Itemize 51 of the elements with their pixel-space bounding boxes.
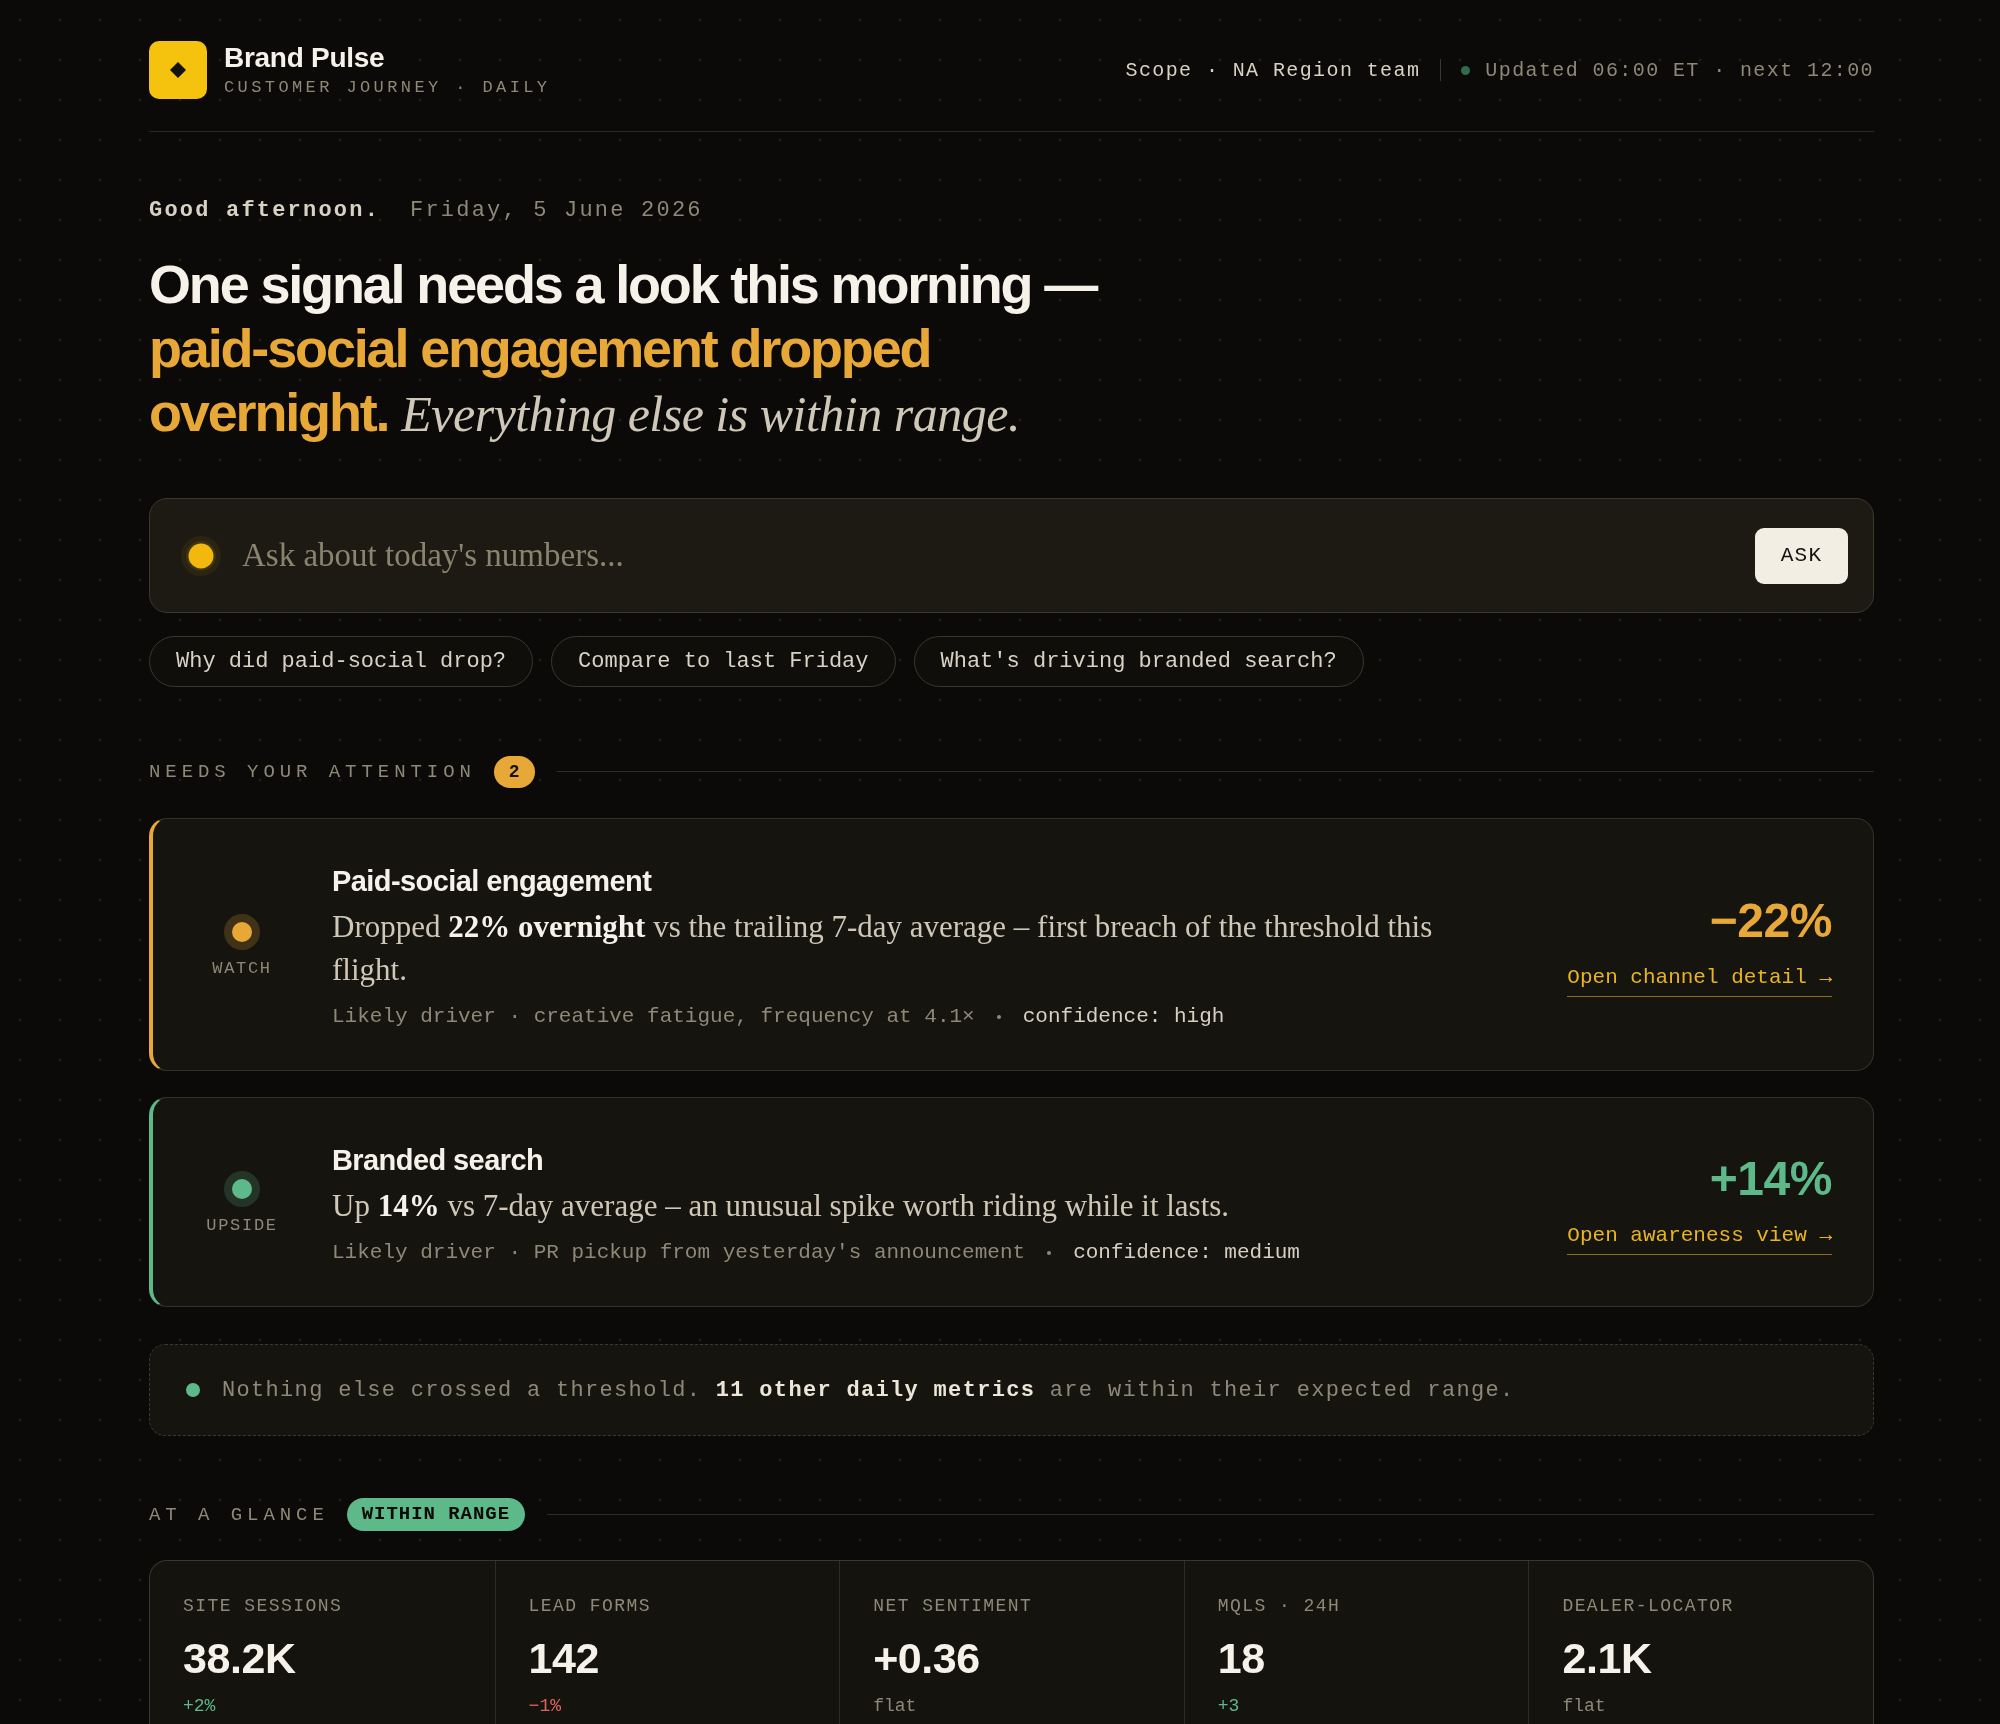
change-value: −22% — [1709, 894, 1832, 948]
status-label: WATCH — [212, 958, 272, 978]
dot-icon — [181, 535, 221, 576]
detail-link[interactable]: Open awareness view → — [1567, 1223, 1832, 1255]
ask-input[interactable]: Ask about today's numbers... — [242, 537, 1755, 574]
greeting-text: Good afternoon. — [149, 197, 381, 225]
status-dot-icon — [1461, 65, 1471, 75]
confidence-text: confidence: high — [1022, 1005, 1225, 1028]
note-text: Nothing else crossed a threshold. 11 other daily metrics are within their expected range. — [222, 1377, 1515, 1403]
section-title: AT A GLANCE — [149, 1503, 329, 1526]
metric-delta: flat — [1562, 1695, 1607, 1717]
suggestion-chip[interactable]: Why did paid-social drop? — [149, 636, 534, 687]
metric-delta: +2% — [183, 1695, 217, 1717]
count-badge: 2 — [493, 755, 535, 788]
update-time-text: Updated 06:00 ET · next 12:00 — [1485, 58, 1874, 82]
metric-value: 38.2K — [183, 1633, 297, 1683]
card-title: Branded search — [332, 1143, 545, 1178]
brand-name: Brand Pulse — [224, 41, 386, 74]
range-badge: WITHIN RANGE — [346, 1498, 525, 1531]
metric-delta: −1% — [528, 1695, 562, 1717]
metric-label: LEAD FORMS — [528, 1595, 652, 1617]
detail-link[interactable]: Open channel detail → — [1567, 966, 1832, 997]
ask-field[interactable]: Ask about today's numbers... ASK — [149, 498, 1874, 613]
driver-text: Likely driver · PR pickup from yesterday's announcement — [332, 1241, 1026, 1264]
metric-label: NET SENTIMENT — [873, 1595, 1034, 1617]
date-text: Friday, 5 June 2026 — [410, 197, 703, 225]
card-body: Up 14% vs 7-day average – an unusual spike worth riding while it lasts. — [332, 1187, 1231, 1225]
card-title: Paid-social engagement — [332, 864, 653, 899]
metric-label: DEALER-LOCATOR — [1562, 1595, 1735, 1617]
metric-delta: +3 — [1217, 1695, 1241, 1717]
brand-subtitle: CUSTOMER JOURNEY · DAILY — [224, 76, 551, 99]
metric-value: 18 — [1217, 1633, 1266, 1683]
metric-value: +0.36 — [873, 1633, 981, 1683]
ask-button[interactable]: ASK — [1755, 527, 1848, 584]
driver-text: Likely driver · creative fatigue, frequency at 4.1× — [332, 1005, 975, 1028]
card-body: Dropped 22% overnight vs the trailing 7-day average – first breach of the threshold this flight. — [332, 908, 1434, 989]
metric-value: 142 — [528, 1633, 601, 1683]
metric-label: MQLS · 24H — [1217, 1595, 1342, 1617]
metric-delta: flat — [873, 1695, 918, 1717]
scope-text: Scope · NA Region team — [1125, 58, 1421, 82]
metric-value: 2.1K — [1562, 1633, 1653, 1683]
change-value: +14% — [1709, 1151, 1832, 1206]
suggestion-chip[interactable]: What's driving branded search? — [913, 636, 1364, 687]
status-label: UPSIDE — [206, 1216, 278, 1235]
section-title: NEEDS YOUR ATTENTION — [149, 760, 476, 783]
headline: One signal needs a look this morning — paid-social engagement dropped overnight. Everything else is within range. — [149, 253, 1098, 444]
confidence-text: confidence: medium — [1073, 1241, 1300, 1264]
suggestion-chip[interactable]: Compare to last Friday — [551, 636, 896, 687]
metric-label: SITE SESSIONS — [183, 1595, 344, 1617]
logo-icon — [149, 41, 207, 99]
status-dot-icon — [186, 1383, 200, 1397]
